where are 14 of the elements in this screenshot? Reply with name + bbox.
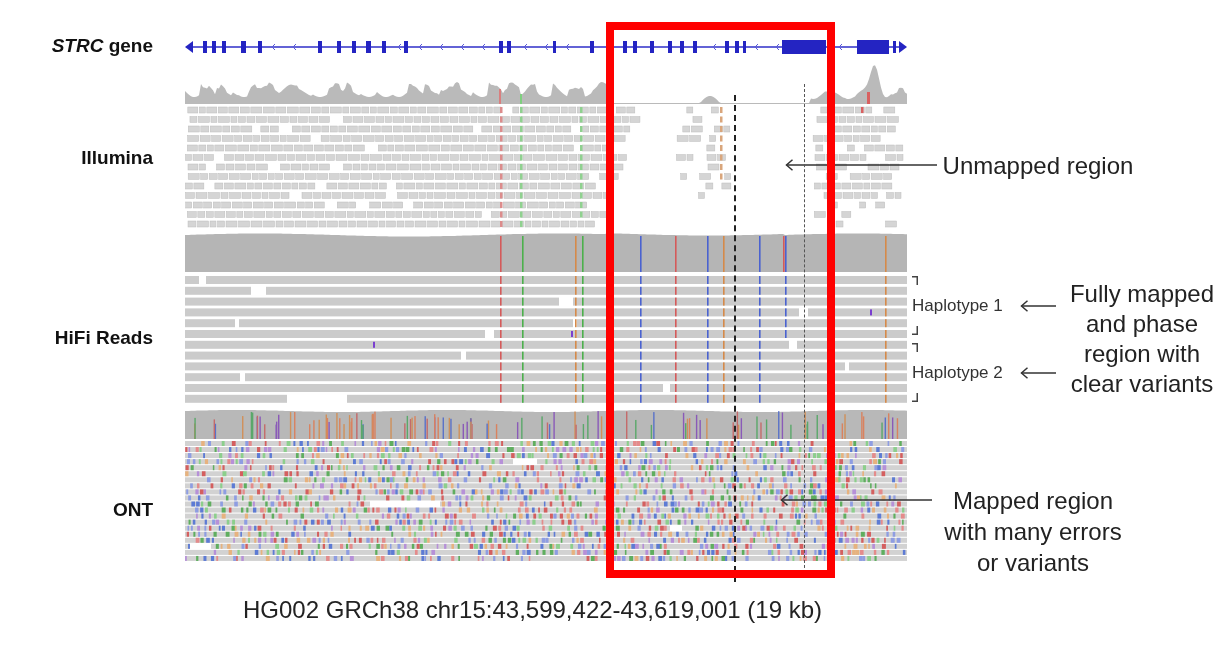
track-label: HiFi Reads bbox=[54, 327, 153, 348]
track-label: Illumina bbox=[81, 147, 153, 168]
annotation-text: Mapped region with many errors or variants bbox=[943, 486, 1123, 578]
annotation-text: Fully mapped and phase region with clear variants bbox=[1068, 279, 1216, 399]
bracket-icon bbox=[912, 393, 918, 402]
bracket-icon bbox=[912, 276, 918, 285]
region-caption: HG002 GRCh38 chr15:43,599,422-43,619,001 (19 kb) bbox=[243, 597, 823, 623]
annotation-text: Unmapped region bbox=[941, 151, 1135, 181]
track-label: STRC gene bbox=[51, 35, 153, 56]
haplotype-label: Haplotype 2 bbox=[912, 363, 1004, 383]
left-arrow-icon bbox=[1020, 367, 1056, 379]
left-arrow-icon bbox=[1020, 300, 1056, 312]
track-label: ONT bbox=[112, 499, 153, 520]
haplotype-label: Haplotype 1 bbox=[912, 296, 1004, 316]
